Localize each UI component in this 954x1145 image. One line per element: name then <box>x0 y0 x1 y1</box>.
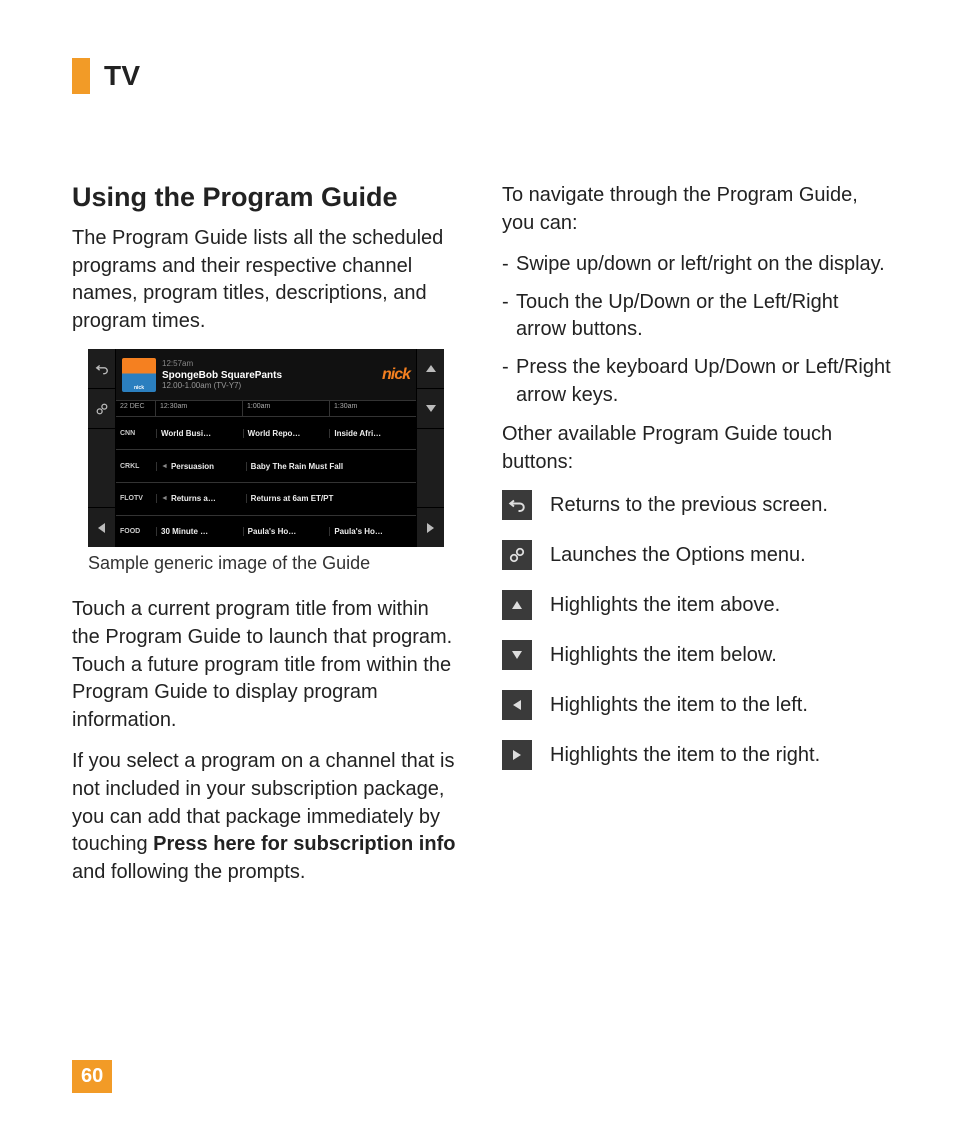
guide-rows: CNNWorld Busi…World Repo…Inside Afri…CRK… <box>116 417 416 547</box>
legend-row-back: Returns to the previous screen. <box>502 490 892 520</box>
content-columns: Using the Program Guide The Program Guid… <box>72 182 892 900</box>
right-arrow-icon <box>417 508 444 547</box>
paragraph-touch-program: Touch a current program title from withi… <box>72 596 462 734</box>
program-cell: World Busi… <box>156 429 243 438</box>
time-slot: 1:30am <box>330 401 416 416</box>
channel-thumbnail: nick <box>122 358 156 392</box>
right-column: To navigate through the Program Guide, y… <box>502 182 892 900</box>
guide-row: FLOTV◄Returns a…Returns at 6am ET/PT <box>116 483 416 516</box>
hero-meta: 12:57am SpongeBob SquarePants 12.00-1.00… <box>162 359 376 390</box>
program-cell: Paula's Ho… <box>243 527 330 536</box>
up-arrow-icon <box>417 349 444 389</box>
screenshot-caption: Sample generic image of the Guide <box>88 553 462 574</box>
section-title: TV <box>104 60 140 92</box>
guide-right-sidebar <box>416 349 444 547</box>
program-cell: ◄Persuasion <box>156 462 246 471</box>
channel-label: CNN <box>116 430 156 437</box>
dash: - <box>502 354 516 409</box>
channel-label: CRKL <box>116 463 156 470</box>
nav-item: -Press the keyboard Up/Down or Left/Righ… <box>502 354 892 409</box>
guide-main: nick 12:57am SpongeBob SquarePants 12.00… <box>116 349 416 547</box>
time-slot: 12:30am <box>156 401 243 416</box>
heading-using-program-guide: Using the Program Guide <box>72 182 462 213</box>
program-guide-screenshot: nick 12:57am SpongeBob SquarePants 12.00… <box>88 349 444 547</box>
down-icon <box>502 640 532 670</box>
paragraph-subscription: If you select a program on a channel tha… <box>72 748 462 886</box>
guide-clock: 12:57am <box>162 359 376 368</box>
legend-row-right: Highlights the item to the right. <box>502 740 892 770</box>
legend-label: Highlights the item below. <box>550 644 777 667</box>
left-arrow-icon <box>88 508 115 547</box>
nav-dash-list: -Swipe up/down or left/right on the disp… <box>502 251 892 409</box>
section-header: TV <box>72 58 892 94</box>
time-slot: 1:00am <box>243 401 330 416</box>
p3-part-b: and following the prompts. <box>72 861 305 883</box>
up-icon <box>502 590 532 620</box>
guide-date: 22 DEC <box>116 401 156 416</box>
legend-label: Highlights the item above. <box>550 594 780 617</box>
channel-label: FOOD <box>116 528 156 535</box>
nav-item-text: Press the keyboard Up/Down or Left/Right… <box>516 354 892 409</box>
nav-item: -Swipe up/down or left/right on the disp… <box>502 251 892 279</box>
legend-label: Launches the Options menu. <box>550 544 806 567</box>
program-cell: Baby The Rain Must Fall <box>246 462 416 471</box>
down-arrow-icon <box>417 389 444 429</box>
page-number: 60 <box>72 1060 112 1093</box>
legend-row-down: Highlights the item below. <box>502 640 892 670</box>
hero-subtitle: 12.00-1.00am (TV-Y7) <box>162 381 376 390</box>
legend-label: Returns to the previous screen. <box>550 494 828 517</box>
left-column: Using the Program Guide The Program Guid… <box>72 182 462 900</box>
page: TV Using the Program Guide The Program G… <box>0 0 954 1145</box>
nav-intro: To navigate through the Program Guide, y… <box>502 182 892 237</box>
hero-title: SpongeBob SquarePants <box>162 370 376 381</box>
guide-row: CRKL◄PersuasionBaby The Rain Must Fall <box>116 450 416 483</box>
guide-sidebar-spacer <box>417 429 444 508</box>
nav-item-text: Touch the Up/Down or the Left/Right arro… <box>516 289 892 344</box>
button-legend: Returns to the previous screen. Launches … <box>502 490 892 770</box>
program-cell: ◄Returns a… <box>156 494 246 503</box>
p3-bold: Press here for subscription info <box>153 833 455 855</box>
hero-channel-logo: nick <box>382 366 410 384</box>
back-icon <box>88 349 115 389</box>
nav-item-text: Swipe up/down or left/right on the displ… <box>516 251 892 279</box>
legend-row-options: Launches the Options menu. <box>502 540 892 570</box>
other-buttons-intro: Other available Program Guide touch butt… <box>502 421 892 476</box>
dash: - <box>502 251 516 279</box>
program-cell: Paula's Ho… <box>329 527 416 536</box>
options-icon <box>502 540 532 570</box>
legend-row-left: Highlights the item to the left. <box>502 690 892 720</box>
channel-label: FLOTV <box>116 495 156 502</box>
guide-left-sidebar <box>88 349 116 547</box>
legend-label: Highlights the item to the right. <box>550 744 820 767</box>
guide-hero: nick 12:57am SpongeBob SquarePants 12.00… <box>116 349 416 401</box>
right-icon <box>502 740 532 770</box>
guide-sidebar-spacer <box>88 429 115 508</box>
back-icon <box>502 490 532 520</box>
intro-paragraph: The Program Guide lists all the schedule… <box>72 225 462 335</box>
dash: - <box>502 289 516 344</box>
program-cell: Returns at 6am ET/PT <box>246 494 416 503</box>
options-icon <box>88 389 115 429</box>
nav-item: -Touch the Up/Down or the Left/Right arr… <box>502 289 892 344</box>
guide-row: CNNWorld Busi…World Repo…Inside Afri… <box>116 417 416 450</box>
left-icon <box>502 690 532 720</box>
legend-row-up: Highlights the item above. <box>502 590 892 620</box>
program-cell: Inside Afri… <box>329 429 416 438</box>
program-cell: 30 Minute … <box>156 527 243 536</box>
legend-label: Highlights the item to the left. <box>550 694 808 717</box>
program-cell: World Repo… <box>243 429 330 438</box>
header-accent-bar <box>72 58 90 94</box>
guide-time-header: 22 DEC 12:30am 1:00am 1:30am <box>116 401 416 417</box>
guide-row: FOOD30 Minute …Paula's Ho…Paula's Ho… <box>116 516 416 548</box>
